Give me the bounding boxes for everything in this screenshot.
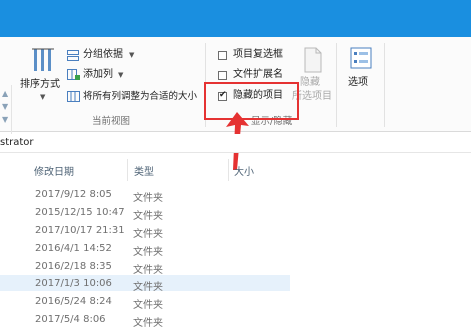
group-by-button[interactable]: 分组依据 ▼: [67, 49, 142, 63]
chevron-down-icon: ▼: [129, 51, 135, 59]
options-icon: [350, 47, 372, 69]
item-checkboxes-toggle[interactable]: 项目复选框: [218, 50, 293, 63]
add-columns-label: 添加列: [83, 69, 113, 80]
options-button[interactable]: 选项: [345, 47, 379, 97]
address-bar[interactable]: strator: [0, 134, 471, 153]
row-date-modified: 2016/2/18 8:35: [35, 261, 112, 272]
add-columns-icon: [67, 69, 80, 80]
sort-by-label: 排序方式: [20, 79, 60, 90]
file-row[interactable]: 2016/2/18 8:35 文件夹: [0, 258, 471, 276]
row-date-modified: 2017/10/17 21:31: [35, 225, 125, 236]
row-date-modified: 2017/5/4 8:06: [35, 314, 106, 325]
row-date-modified: 2016/4/1 14:52: [35, 243, 112, 254]
group-by-icon: [67, 50, 79, 61]
row-type: 文件夹: [133, 247, 163, 258]
chevron-up-icon: ▲: [2, 89, 9, 98]
size-all-columns-button[interactable]: 将所有列调整为合适的大小: [67, 91, 207, 105]
address-path: strator: [0, 137, 34, 148]
current-view-group-label: 当前视图: [92, 116, 131, 127]
file-row-selected[interactable]: 2017/1/3 10:06 文件夹: [0, 275, 290, 293]
row-type: 文件夹: [133, 211, 163, 222]
row-date-modified: 2017/1/3 10:06: [35, 278, 112, 289]
item-checkboxes-checkbox[interactable]: [218, 51, 227, 60]
row-date-modified: 2015/12/15 10:47: [35, 207, 125, 218]
ribbon-separator: [336, 43, 337, 127]
file-row[interactable]: 2016/5/24 8:24 文件夹: [0, 293, 471, 311]
row-type: 文件夹: [133, 193, 163, 204]
column-header-type[interactable]: 类型: [134, 159, 154, 187]
size-columns-icon: [67, 91, 80, 102]
row-type: 文件夹: [133, 300, 163, 311]
chevron-down-icon: ▼: [118, 71, 124, 79]
window-title-bar: [0, 0, 471, 37]
hide-selected-items-button[interactable]: 隐藏 所选项目: [292, 47, 333, 107]
options-label: 选项: [348, 77, 368, 88]
chevron-down-icon: ▼: [40, 93, 46, 101]
file-row[interactable]: 2016/4/1 14:52 文件夹: [0, 240, 471, 258]
chevron-down-icon: ▼: [2, 115, 9, 124]
chevron-down-icon: ▼: [2, 102, 9, 111]
ribbon-scroll-trim[interactable]: ▲ ▼ ▼: [0, 85, 12, 135]
sort-by-icon: [32, 48, 54, 71]
size-all-columns-label: 将所有列调整为合适的大小: [83, 91, 198, 102]
file-row[interactable]: 2017/9/12 8:05 文件夹: [0, 186, 471, 204]
hide-items-icon: [304, 47, 322, 73]
file-row[interactable]: 2017/5/4 8:06 文件夹: [0, 311, 471, 329]
row-type: 文件夹: [133, 318, 163, 329]
sort-by-button[interactable]: 排序方式 ▼: [20, 47, 68, 105]
row-type: 文件夹: [133, 229, 163, 240]
group-by-label: 分组依据: [83, 49, 123, 60]
column-header-size[interactable]: 大小: [234, 159, 254, 187]
column-separator[interactable]: [228, 159, 229, 181]
file-row[interactable]: 2017/10/17 21:31 文件夹: [0, 222, 471, 240]
column-header-date-modified[interactable]: 修改日期: [34, 159, 74, 187]
add-columns-button[interactable]: 添加列 ▼: [67, 69, 127, 83]
row-date-modified: 2017/9/12 8:05: [35, 189, 112, 200]
file-row[interactable]: 2015/12/15 10:47 文件夹: [0, 204, 471, 222]
hide-selected-line1: 隐藏: [300, 77, 320, 88]
file-extensions-checkbox[interactable]: [218, 71, 227, 80]
row-date-modified: 2016/5/24 8:24: [35, 296, 112, 307]
row-type: 文件夹: [133, 282, 163, 293]
ribbon-separator: [384, 43, 385, 127]
file-extensions-label: 文件扩展名: [233, 69, 283, 80]
row-type: 文件夹: [133, 265, 163, 276]
column-separator[interactable]: [127, 159, 128, 181]
item-checkboxes-label: 项目复选框: [233, 49, 283, 60]
